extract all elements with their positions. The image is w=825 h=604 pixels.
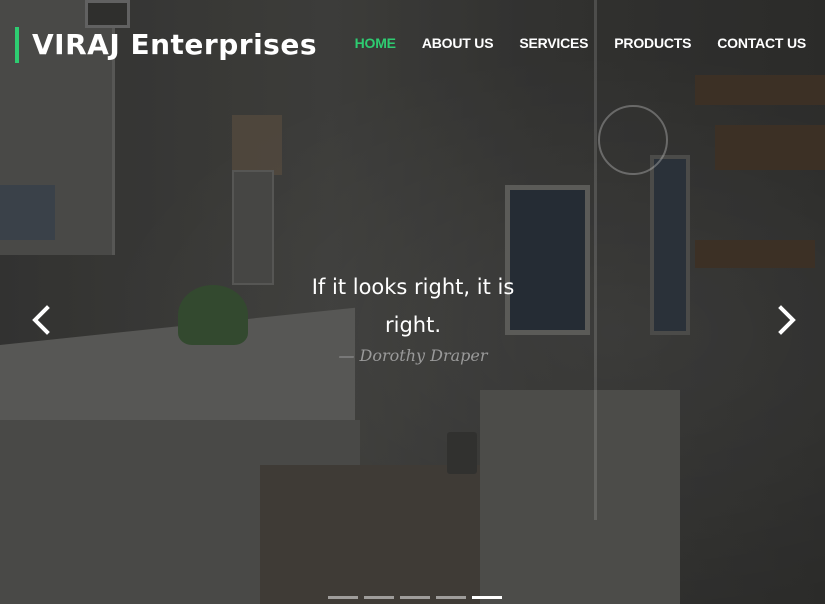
- chevron-right-icon: [778, 305, 796, 335]
- chevron-left-icon: [32, 305, 50, 335]
- carousel-indicator-3[interactable]: [400, 596, 430, 599]
- hero-carousel: VIRAJ Enterprises HOME ABOUT US SERVICES…: [0, 0, 825, 604]
- carousel-indicators: [328, 596, 502, 599]
- nav-about-us[interactable]: ABOUT US: [422, 35, 494, 51]
- main-nav: HOME ABOUT US SERVICES PRODUCTS CONTACT …: [355, 35, 807, 51]
- carousel-author: — Dorothy Draper: [338, 346, 488, 365]
- brand-logo[interactable]: VIRAJ Enterprises: [15, 27, 317, 63]
- nav-products[interactable]: PRODUCTS: [614, 35, 691, 51]
- carousel-quote: If it looks right, it is right.: [311, 275, 515, 337]
- carousel-next-button[interactable]: [769, 300, 805, 340]
- nav-contact-us[interactable]: CONTACT US: [717, 35, 806, 51]
- nav-home[interactable]: HOME: [355, 35, 396, 51]
- carousel-prev-button[interactable]: [23, 300, 59, 340]
- carousel-caption: If it looks right, it is right. — Doroth…: [288, 268, 538, 365]
- carousel-indicator-4[interactable]: [436, 596, 466, 599]
- nav-services[interactable]: SERVICES: [519, 35, 588, 51]
- carousel-indicator-5[interactable]: [472, 596, 502, 599]
- carousel-indicator-2[interactable]: [364, 596, 394, 599]
- carousel-indicator-1[interactable]: [328, 596, 358, 599]
